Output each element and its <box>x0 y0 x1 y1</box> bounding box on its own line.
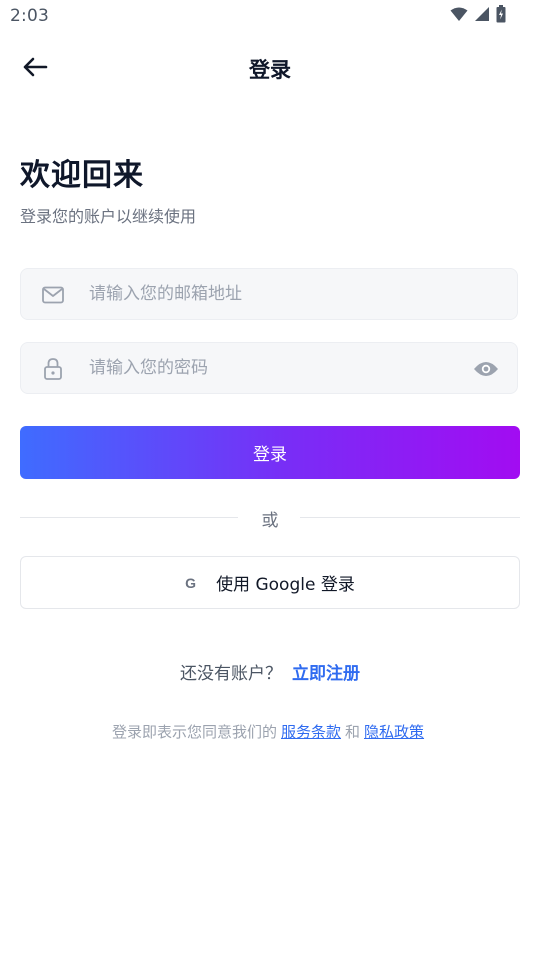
login-button[interactable]: 登录 <box>20 426 520 479</box>
terms-prefix: 登录即表示您同意我们的 <box>111 723 277 741</box>
mail-icon <box>41 283 65 307</box>
terms-notice: 登录即表示您同意我们的 服务条款和隐私政策 <box>0 721 540 742</box>
terms-conjunction: 和 <box>345 723 361 741</box>
terms-of-service-link[interactable]: 服务条款 <box>281 723 341 741</box>
welcome-title: 欢迎回来 <box>20 158 144 193</box>
register-prompt: 还没有账户？ <box>180 664 282 684</box>
app-bar: 登录 <box>0 40 540 96</box>
signal-icon <box>474 6 490 26</box>
register-row: 还没有账户？ 立即注册 <box>0 659 540 684</box>
status-icons <box>450 5 506 27</box>
email-input[interactable] <box>89 269 449 319</box>
password-field[interactable] <box>20 342 518 394</box>
divider-line <box>300 517 520 518</box>
register-link[interactable]: 立即注册 <box>292 664 360 684</box>
status-time: 2:03 <box>10 6 49 26</box>
page-title: 登录 <box>249 58 291 82</box>
password-input[interactable] <box>89 343 449 393</box>
or-divider: 或 <box>20 505 520 531</box>
eye-icon[interactable] <box>473 356 499 382</box>
google-login-label: 使用 Google 登录 <box>216 575 355 595</box>
battery-icon <box>496 5 506 27</box>
wifi-icon <box>450 7 468 26</box>
google-icon: G <box>185 574 197 591</box>
welcome-subtitle: 登录您的账户以继续使用 <box>20 207 197 226</box>
divider-text: 或 <box>261 511 279 531</box>
google-login-button[interactable]: G 使用 Google 登录 <box>20 556 520 609</box>
email-field[interactable] <box>20 268 518 320</box>
lock-icon <box>41 357 65 381</box>
privacy-policy-link[interactable]: 隐私政策 <box>364 723 424 741</box>
status-bar: 2:03 <box>0 0 540 32</box>
